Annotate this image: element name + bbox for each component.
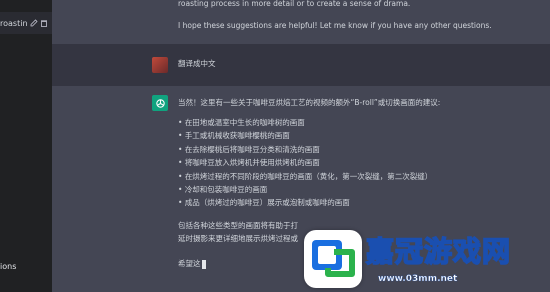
message-text: I hope these suggestions are helpful! Le… (178, 21, 492, 30)
user-message (52, 44, 550, 86)
reply-paragraph-line: 包括各种这些类型的画面将有助于打 (178, 221, 298, 230)
list-item: • 在去除樱桃后将咖啡豆分类和清洗的画面 (178, 144, 320, 154)
assistant-message-previous: roasting process in more detail or to cr… (52, 0, 550, 44)
reply-closing: 希望这 (178, 258, 206, 270)
list-item: • 冷却和包装咖啡豆的画面 (178, 185, 268, 195)
list-item: • 手工或机械收获咖啡樱桃的画面 (178, 131, 290, 141)
watermark-url: www.03mm.net (378, 274, 458, 284)
bullet-list: • 在田地或温室中生长的咖啡树的画面 • 手工或机械收获咖啡樱桃的画面 • 在去… (178, 116, 432, 210)
site-watermark: 嘉冠游戏网 www.03mm.net (300, 228, 550, 292)
sidebar: roasting ions (0, 0, 52, 292)
typing-cursor (201, 259, 206, 269)
sidebar-bottom-item[interactable]: ions (0, 262, 16, 271)
sidebar-conversation-item[interactable]: roasting (0, 12, 52, 34)
list-item: • 将咖啡豆放入烘烤机并使用烘烤机的画面 (178, 158, 320, 168)
list-item: • 在烘烤过程的不同阶段的咖啡豆的画面（黄化，第一次裂缝，第二次裂缝） (178, 171, 433, 181)
list-item: • 成品（烘烤过的咖啡豆）展示或泡制或咖啡的画面 (178, 198, 350, 208)
reply-intro: 当然！这里有一些关于咖啡豆烘焙工艺的视频的额外“B-roll”或切换画面的建议: (178, 98, 441, 107)
edit-icon[interactable] (30, 19, 38, 27)
list-item: • 在田地或温室中生长的咖啡树的画面 (178, 118, 305, 127)
watermark-logo-icon (304, 230, 362, 288)
trash-icon[interactable] (40, 19, 48, 27)
openai-logo-icon (152, 95, 168, 111)
message-text: roasting process in more detail or to cr… (178, 0, 411, 8)
user-message-text: 翻译成中文 (178, 59, 216, 68)
reply-paragraph-line: 延时摄影来更详细地展示烘烤过程或 (178, 234, 298, 243)
conversation-title: roasting (0, 18, 28, 28)
watermark-brand: 嘉冠游戏网 (365, 234, 512, 269)
user-avatar (152, 57, 168, 73)
